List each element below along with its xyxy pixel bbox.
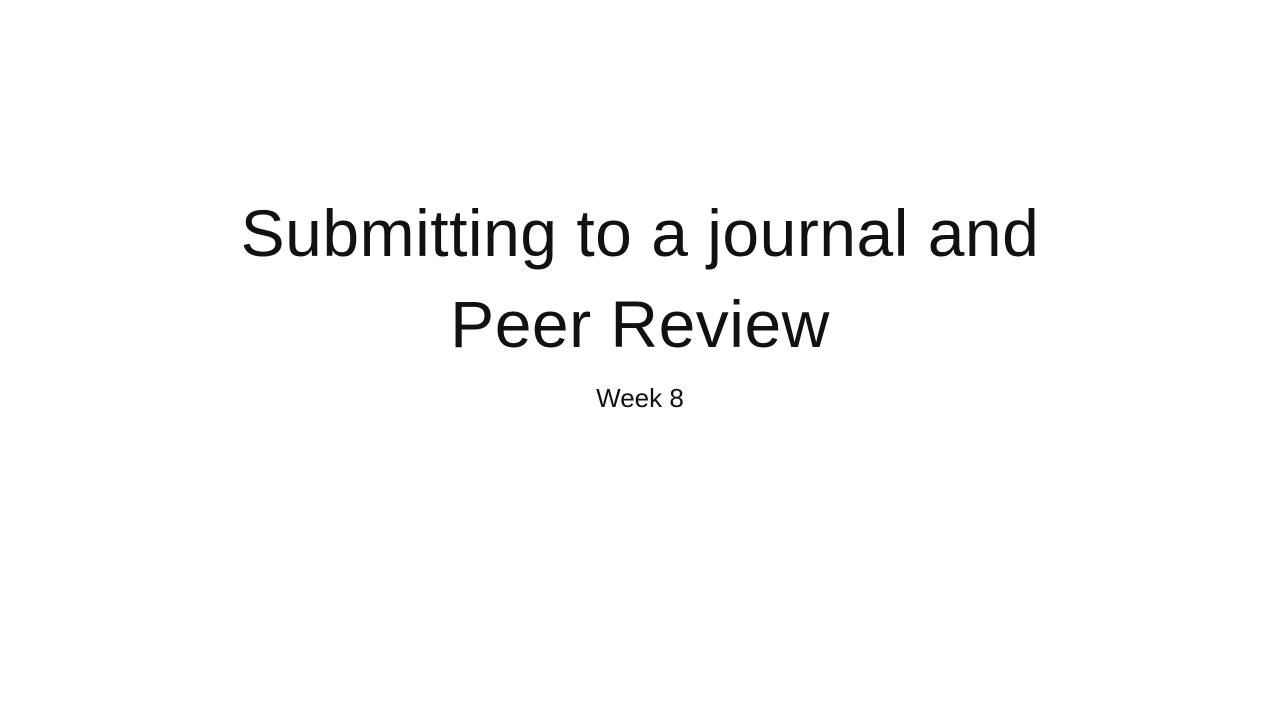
slide-subtitle: Week 8: [596, 383, 684, 413]
slide-title: Submitting to a journal and Peer Review: [140, 188, 1140, 370]
slide: Submitting to a journal and Peer Review …: [0, 0, 1280, 720]
slide-title-line-2: Peer Review: [450, 287, 830, 362]
slide-title-line-1: Submitting to a journal and: [240, 196, 1040, 270]
